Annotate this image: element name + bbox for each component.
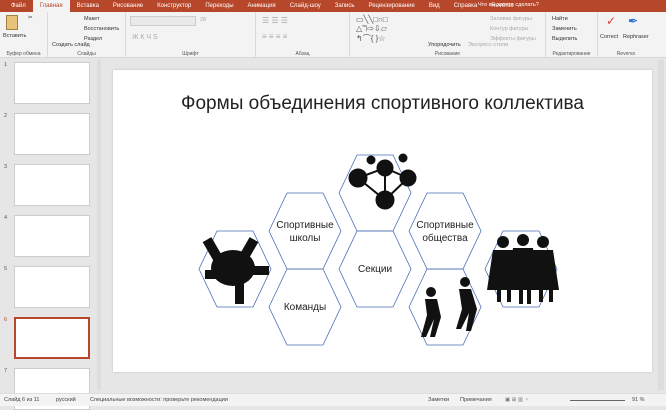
- select-button[interactable]: Выделить: [552, 36, 577, 42]
- new-slide-button[interactable]: Создать слайд: [52, 42, 90, 48]
- font-name-input[interactable]: [130, 16, 196, 26]
- comments-button[interactable]: Примечания: [460, 397, 492, 403]
- section-button[interactable]: Раздел: [84, 36, 102, 42]
- rephrase-icon: ✒: [628, 14, 639, 28]
- cut-icon[interactable]: ✂: [28, 15, 33, 21]
- bold-button[interactable]: Ж К Ч S: [132, 34, 158, 41]
- hex-label-sections: Секции: [358, 264, 392, 275]
- reset-button[interactable]: Восстановить: [84, 26, 119, 32]
- paste-icon: [6, 15, 18, 30]
- group-label: Буфер обмена: [6, 51, 41, 57]
- tab-1[interactable]: Главная: [32, 0, 70, 12]
- zoom-slider[interactable]: [570, 400, 625, 401]
- view-buttons[interactable]: ▣ ⊞ ▥ ♀: [505, 397, 529, 403]
- notes-button[interactable]: Заметки: [428, 397, 449, 403]
- layout-button[interactable]: Макет: [84, 16, 100, 22]
- group-slides: Создать слайд Макет Восстановить Раздел …: [48, 12, 126, 58]
- replace-button[interactable]: Заменить: [552, 26, 577, 32]
- quick-styles-button[interactable]: Экспресс-стили: [468, 42, 508, 48]
- accessibility-status[interactable]: Специальные возможности: проверьте реком…: [90, 397, 228, 403]
- tab-7[interactable]: Слайд-шоу: [283, 0, 328, 12]
- group-label: Рисование: [434, 51, 461, 57]
- tab-5[interactable]: Переходы: [198, 0, 240, 12]
- tab-8[interactable]: Запись: [328, 0, 362, 12]
- tell-me-search[interactable]: Что вы хотите сделать?: [478, 2, 539, 8]
- shape-fill-button[interactable]: Заливка фигуры: [490, 16, 532, 22]
- slide-thumbnail[interactable]: [14, 215, 90, 257]
- hexagon: [408, 192, 482, 270]
- hexagon-diagram: Спортивные школы Спортивные общества Секци…: [198, 153, 559, 346]
- ribbon: Вставить ✂ Буфер обмена Создать слайд Ма…: [0, 12, 666, 58]
- hex-label-societies: Спортивные общества: [416, 220, 474, 244]
- tab-6[interactable]: Анимация: [241, 0, 283, 12]
- group-editing: Найти Заменить Выделить Редактирование: [546, 12, 598, 58]
- thumbnail-number: 5: [4, 266, 8, 272]
- align-icon[interactable]: ≡ ≡ ≡ ≡: [262, 32, 287, 41]
- slide-scrollbar[interactable]: [658, 60, 664, 390]
- group-label: Reverso: [616, 51, 636, 57]
- tab-4[interactable]: Конструктор: [150, 0, 198, 12]
- group-label: Слайды: [77, 51, 96, 57]
- slide-thumbnail[interactable]: [14, 317, 90, 359]
- thumbnails-scrollbar[interactable]: [97, 60, 101, 390]
- group-clipboard: Вставить ✂ Буфер обмена: [0, 12, 48, 58]
- thumbnail-number: 7: [4, 368, 8, 374]
- font-size-input[interactable]: 28: [200, 17, 206, 23]
- tab-10[interactable]: Вид: [422, 0, 447, 12]
- ribbon-tabs: Файл Главная Вставка Рисование Конструктор Пе…: [0, 0, 666, 12]
- shape-effects-button[interactable]: Эффекты фигуры: [490, 36, 536, 42]
- network-people-icon: [348, 153, 417, 210]
- thumbnail-number: 2: [4, 113, 8, 119]
- slide-thumbnail[interactable]: [14, 164, 90, 206]
- group-paragraph: ☰ ☰ ☰ ≡ ≡ ≡ ≡ Абзац: [256, 12, 350, 58]
- hex-label-teams: Команды: [284, 302, 326, 313]
- slide-thumbnail[interactable]: [14, 62, 90, 104]
- thumbnail-number: 3: [4, 164, 8, 170]
- group-label: Абзац: [295, 51, 310, 57]
- dancing-people-icon: [421, 277, 477, 337]
- tab-9[interactable]: Рецензирование: [361, 0, 421, 12]
- group-drawing: ▭╲╲□○□ △ℸ⇨⇩▱ ↰⌒{ }☆ Упорядочить Экспресс-с…: [350, 12, 546, 58]
- thumbnail-number: 1: [4, 62, 8, 68]
- language-indicator[interactable]: русский: [56, 397, 76, 403]
- tab-3[interactable]: Рисование: [106, 0, 150, 12]
- rephraser-button[interactable]: Rephraser: [623, 34, 649, 40]
- arrange-button[interactable]: Упорядочить: [428, 42, 461, 48]
- slide-thumbnail[interactable]: [14, 113, 90, 155]
- tab-0[interactable]: Файл: [4, 0, 33, 12]
- group-label: Редактирование: [552, 51, 591, 57]
- zoom-level[interactable]: 91 %: [632, 397, 645, 403]
- paste-button[interactable]: Вставить: [3, 33, 26, 39]
- group-font: 28 Ж К Ч S Шрифт: [126, 12, 256, 58]
- status-bar: Слайд 6 из 11 русский Специальные возмож…: [0, 393, 666, 406]
- bullets-icon[interactable]: ☰ ☰ ☰: [262, 16, 288, 25]
- find-button[interactable]: Найти: [552, 16, 568, 22]
- group-reverso: ✓ ✒ Correct Rephraser Reverso: [598, 12, 654, 58]
- correct-button[interactable]: Correct: [600, 34, 618, 40]
- slide-counter: Слайд 6 из 11: [4, 397, 40, 403]
- tab-2[interactable]: Вставка: [70, 0, 106, 12]
- hex-label-schools: Спортивные школы: [276, 220, 334, 244]
- shapes-gallery[interactable]: ▭╲╲□○□ △ℸ⇨⇩▱ ↰⌒{ }☆: [356, 15, 388, 44]
- shape-outline-button[interactable]: Контур фигуры: [490, 26, 528, 32]
- thumbnail-number: 4: [4, 215, 8, 221]
- correct-icon: ✓: [606, 14, 617, 28]
- thumbnail-number: 6: [4, 317, 8, 323]
- slide-thumbnail[interactable]: [14, 266, 90, 308]
- slide-canvas[interactable]: Формы объединения спортивного коллектива…: [113, 70, 652, 372]
- hexagon: [268, 192, 342, 270]
- group-label: Шрифт: [182, 51, 199, 57]
- women-group-icon: [487, 234, 559, 304]
- slide-thumbnails-panel: 1 2 3 4 5 6 7: [0, 58, 100, 410]
